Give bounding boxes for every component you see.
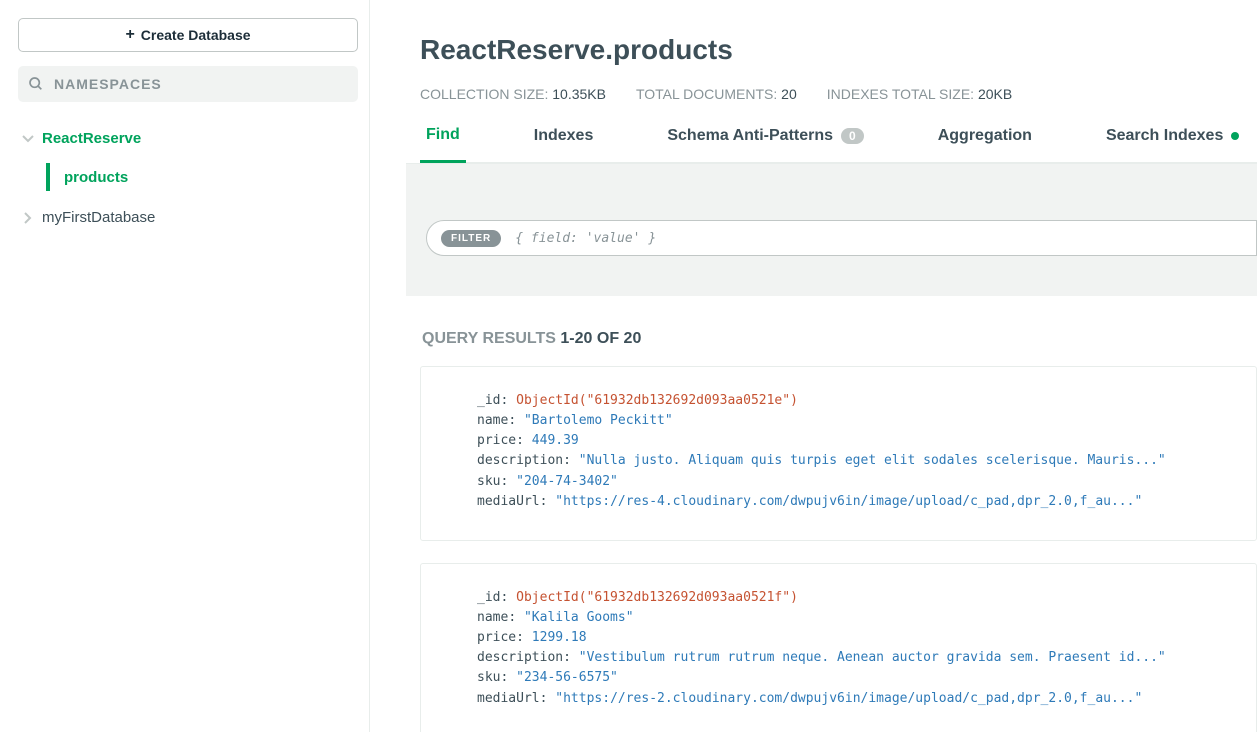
collection-stats: COLLECTION SIZE: 10.35KB TOTAL DOCUMENTS…: [420, 86, 1257, 102]
tab-search-indexes[interactable]: Search Indexes: [1100, 127, 1245, 161]
sidebar: + Create Database ReactReserve products …: [0, 0, 370, 732]
tab-schema-anti-patterns[interactable]: Schema Anti-Patterns 0: [661, 127, 869, 161]
database-label: myFirstDatabase: [42, 209, 155, 226]
chevron-down-icon: [22, 133, 34, 145]
stat-total-documents: TOTAL DOCUMENTS: 20: [636, 86, 797, 102]
status-dot-icon: [1231, 132, 1239, 140]
tab-indexes[interactable]: Indexes: [528, 127, 600, 161]
results-area: QUERY RESULTS 1-20 OF 20 _id: ObjectId("…: [420, 330, 1257, 732]
schema-badge: 0: [841, 128, 864, 144]
main-content: ReactReserve.products COLLECTION SIZE: 1…: [370, 0, 1257, 732]
stat-indexes-size: INDEXES TOTAL SIZE: 20KB: [827, 86, 1012, 102]
collection-item-products[interactable]: products: [46, 163, 359, 191]
results-header: QUERY RESULTS 1-20 OF 20: [422, 330, 1257, 348]
create-database-label: Create Database: [141, 27, 251, 43]
query-area: FILTER: [406, 163, 1257, 296]
filter-bar[interactable]: FILTER: [426, 220, 1257, 256]
database-item-myfirstdatabase[interactable]: myFirstDatabase: [18, 209, 359, 226]
collection-title: ReactReserve.products: [420, 34, 1257, 66]
create-database-button[interactable]: + Create Database: [18, 18, 358, 52]
database-tree: ReactReserve products myFirstDatabase: [18, 126, 359, 226]
tab-find[interactable]: Find: [420, 126, 466, 163]
document-card[interactable]: _id: ObjectId("61932db132692d093aa0521e"…: [420, 366, 1257, 541]
plus-icon: +: [125, 26, 134, 44]
database-item-reactreserve[interactable]: ReactReserve: [18, 126, 359, 151]
database-label: ReactReserve: [42, 130, 141, 147]
collection-tabs: Find Indexes Schema Anti-Patterns 0 Aggr…: [420, 126, 1257, 163]
tab-aggregation[interactable]: Aggregation: [932, 127, 1038, 161]
collection-label: products: [64, 169, 128, 186]
search-icon: [28, 76, 44, 92]
document-card[interactable]: _id: ObjectId("61932db132692d093aa0521f"…: [420, 563, 1257, 732]
namespace-search-input[interactable]: [54, 76, 348, 92]
filter-pill: FILTER: [441, 230, 501, 247]
namespace-search[interactable]: [18, 66, 358, 102]
stat-collection-size: COLLECTION SIZE: 10.35KB: [420, 86, 606, 102]
filter-input[interactable]: [515, 231, 1242, 246]
chevron-right-icon: [22, 212, 34, 224]
